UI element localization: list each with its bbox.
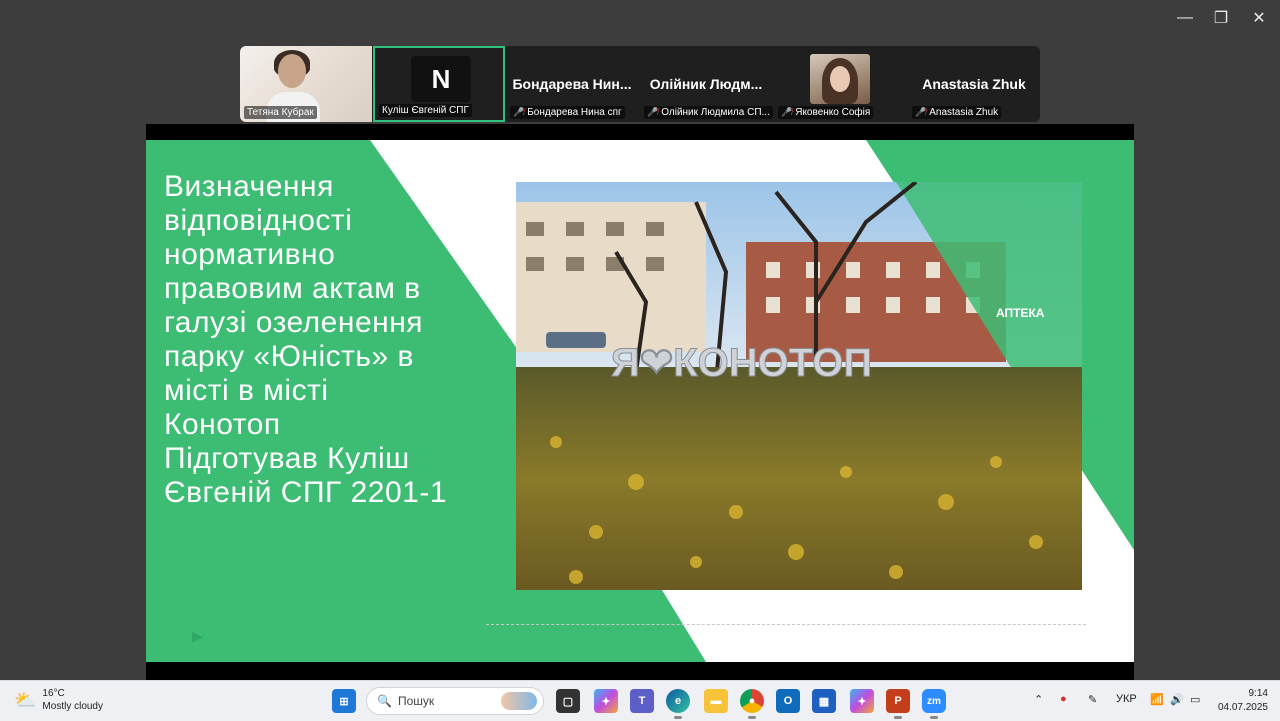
- pen-icon[interactable]: ✎: [1088, 693, 1097, 706]
- edge-icon[interactable]: e: [666, 689, 690, 719]
- language-indicator[interactable]: УКР: [1116, 693, 1137, 705]
- participant-display-name: Бондарева Нин...: [512, 76, 632, 92]
- close-window-button[interactable]: ✕: [1244, 8, 1274, 28]
- weather-widget[interactable]: ⛅ 16°C Mostly cloudy: [14, 687, 103, 713]
- clock-date: 04.07.2025: [1217, 702, 1268, 713]
- city-sign-text: Я❤КОНОТОП: [611, 341, 872, 385]
- battery-icon[interactable]: ▭: [1190, 693, 1200, 706]
- participant-tile[interactable]: Олійник Людм... 🎤̸ Олійник Людмила СП...: [640, 46, 773, 122]
- search-placeholder: Пошук: [397, 694, 435, 708]
- participant-display-name: Anastasia Zhuk: [922, 76, 1026, 92]
- folder-icon[interactable]: ▬: [704, 689, 728, 713]
- divider: [486, 624, 1086, 625]
- participant-tile[interactable]: 🎤̸ Яковенко Софія: [774, 46, 906, 122]
- mic-muted-icon: 🎤̸: [647, 107, 659, 117]
- avatar: [810, 54, 870, 104]
- play-icon[interactable]: ▶: [192, 628, 203, 645]
- volume-icon[interactable]: 🔊: [1170, 693, 1184, 706]
- clock-time: 9:14: [1248, 688, 1268, 699]
- zoom-icon[interactable]: zm: [922, 689, 946, 719]
- slide-photo: АПТЕКА Я❤КОНОТОП: [516, 182, 1082, 590]
- participant-strip: Тетяна Кубрак N Куліш Євгеній СПГ Бондар…: [240, 46, 1040, 122]
- task-view-icon[interactable]: ▢: [556, 689, 580, 713]
- participant-tile-active-speaker[interactable]: N Куліш Євгеній СПГ: [373, 46, 505, 122]
- participant-tile[interactable]: Anastasia Zhuk 🎤̸ Anastasia Zhuk: [908, 46, 1040, 122]
- outlook-icon[interactable]: O: [776, 689, 800, 713]
- participant-display-name: Олійник Людм...: [649, 76, 763, 92]
- shared-slide: Визначення відповідності нормативно прав…: [146, 140, 1134, 662]
- participant-name: 🎤̸ Олійник Людмила СП...: [644, 106, 773, 119]
- chrome-icon[interactable]: ●: [740, 689, 764, 719]
- participant-name: 🎤̸ Бондарева Нина спг: [510, 106, 625, 119]
- participant-name: 🎤̸ Anastasia Zhuk: [912, 106, 1002, 119]
- slide-title: Визначення відповідності нормативно прав…: [164, 170, 448, 510]
- clock[interactable]: 9:14 04.07.2025: [1212, 687, 1268, 715]
- pharmacy-sign: АПТЕКА: [996, 306, 1045, 320]
- mic-muted-icon: 🎤̸: [513, 107, 525, 117]
- search-decor: [501, 692, 537, 710]
- logo-n-icon: N: [431, 63, 451, 94]
- mic-muted-icon: 🎤̸: [781, 107, 793, 117]
- copilot-icon[interactable]: ✦: [594, 689, 618, 713]
- teams-icon[interactable]: T: [630, 689, 654, 713]
- mic-muted-icon: 🎤̸: [915, 107, 927, 117]
- start-icon[interactable]: ⊞: [332, 689, 356, 713]
- search-icon: 🔍: [377, 694, 392, 708]
- participant-tile[interactable]: Бондарева Нин... 🎤̸ Бондарева Нина спг: [506, 46, 638, 122]
- participant-name: Куліш Євгеній СПГ: [379, 104, 472, 117]
- avatar: N: [411, 56, 471, 102]
- weather-desc: Mostly cloudy: [42, 701, 103, 712]
- taskbar: ⛅ 16°C Mostly cloudy ⊞ 🔍 Пошук ▢ ✦ T e ▬…: [0, 680, 1280, 721]
- store-icon[interactable]: ▦: [812, 689, 836, 713]
- chevron-up-icon[interactable]: ⌃: [1034, 693, 1043, 706]
- participant-name: Тетяна Кубрак: [244, 106, 317, 119]
- minimize-button[interactable]: —: [1170, 8, 1200, 28]
- powerpoint-icon[interactable]: P: [886, 689, 910, 719]
- participant-tile[interactable]: Тетяна Кубрак: [240, 46, 372, 122]
- copilot-app-icon[interactable]: ✦: [850, 689, 874, 713]
- meet-now-icon[interactable]: ●: [1060, 693, 1067, 705]
- weather-temp: 16°C: [42, 688, 65, 699]
- search-input[interactable]: 🔍 Пошук: [366, 687, 544, 715]
- participant-name: 🎤̸ Яковенко Софія: [778, 106, 874, 119]
- cloud-sun-icon: ⛅: [14, 689, 37, 710]
- wifi-icon[interactable]: 📶: [1150, 693, 1164, 706]
- restore-button[interactable]: ❐: [1206, 8, 1236, 28]
